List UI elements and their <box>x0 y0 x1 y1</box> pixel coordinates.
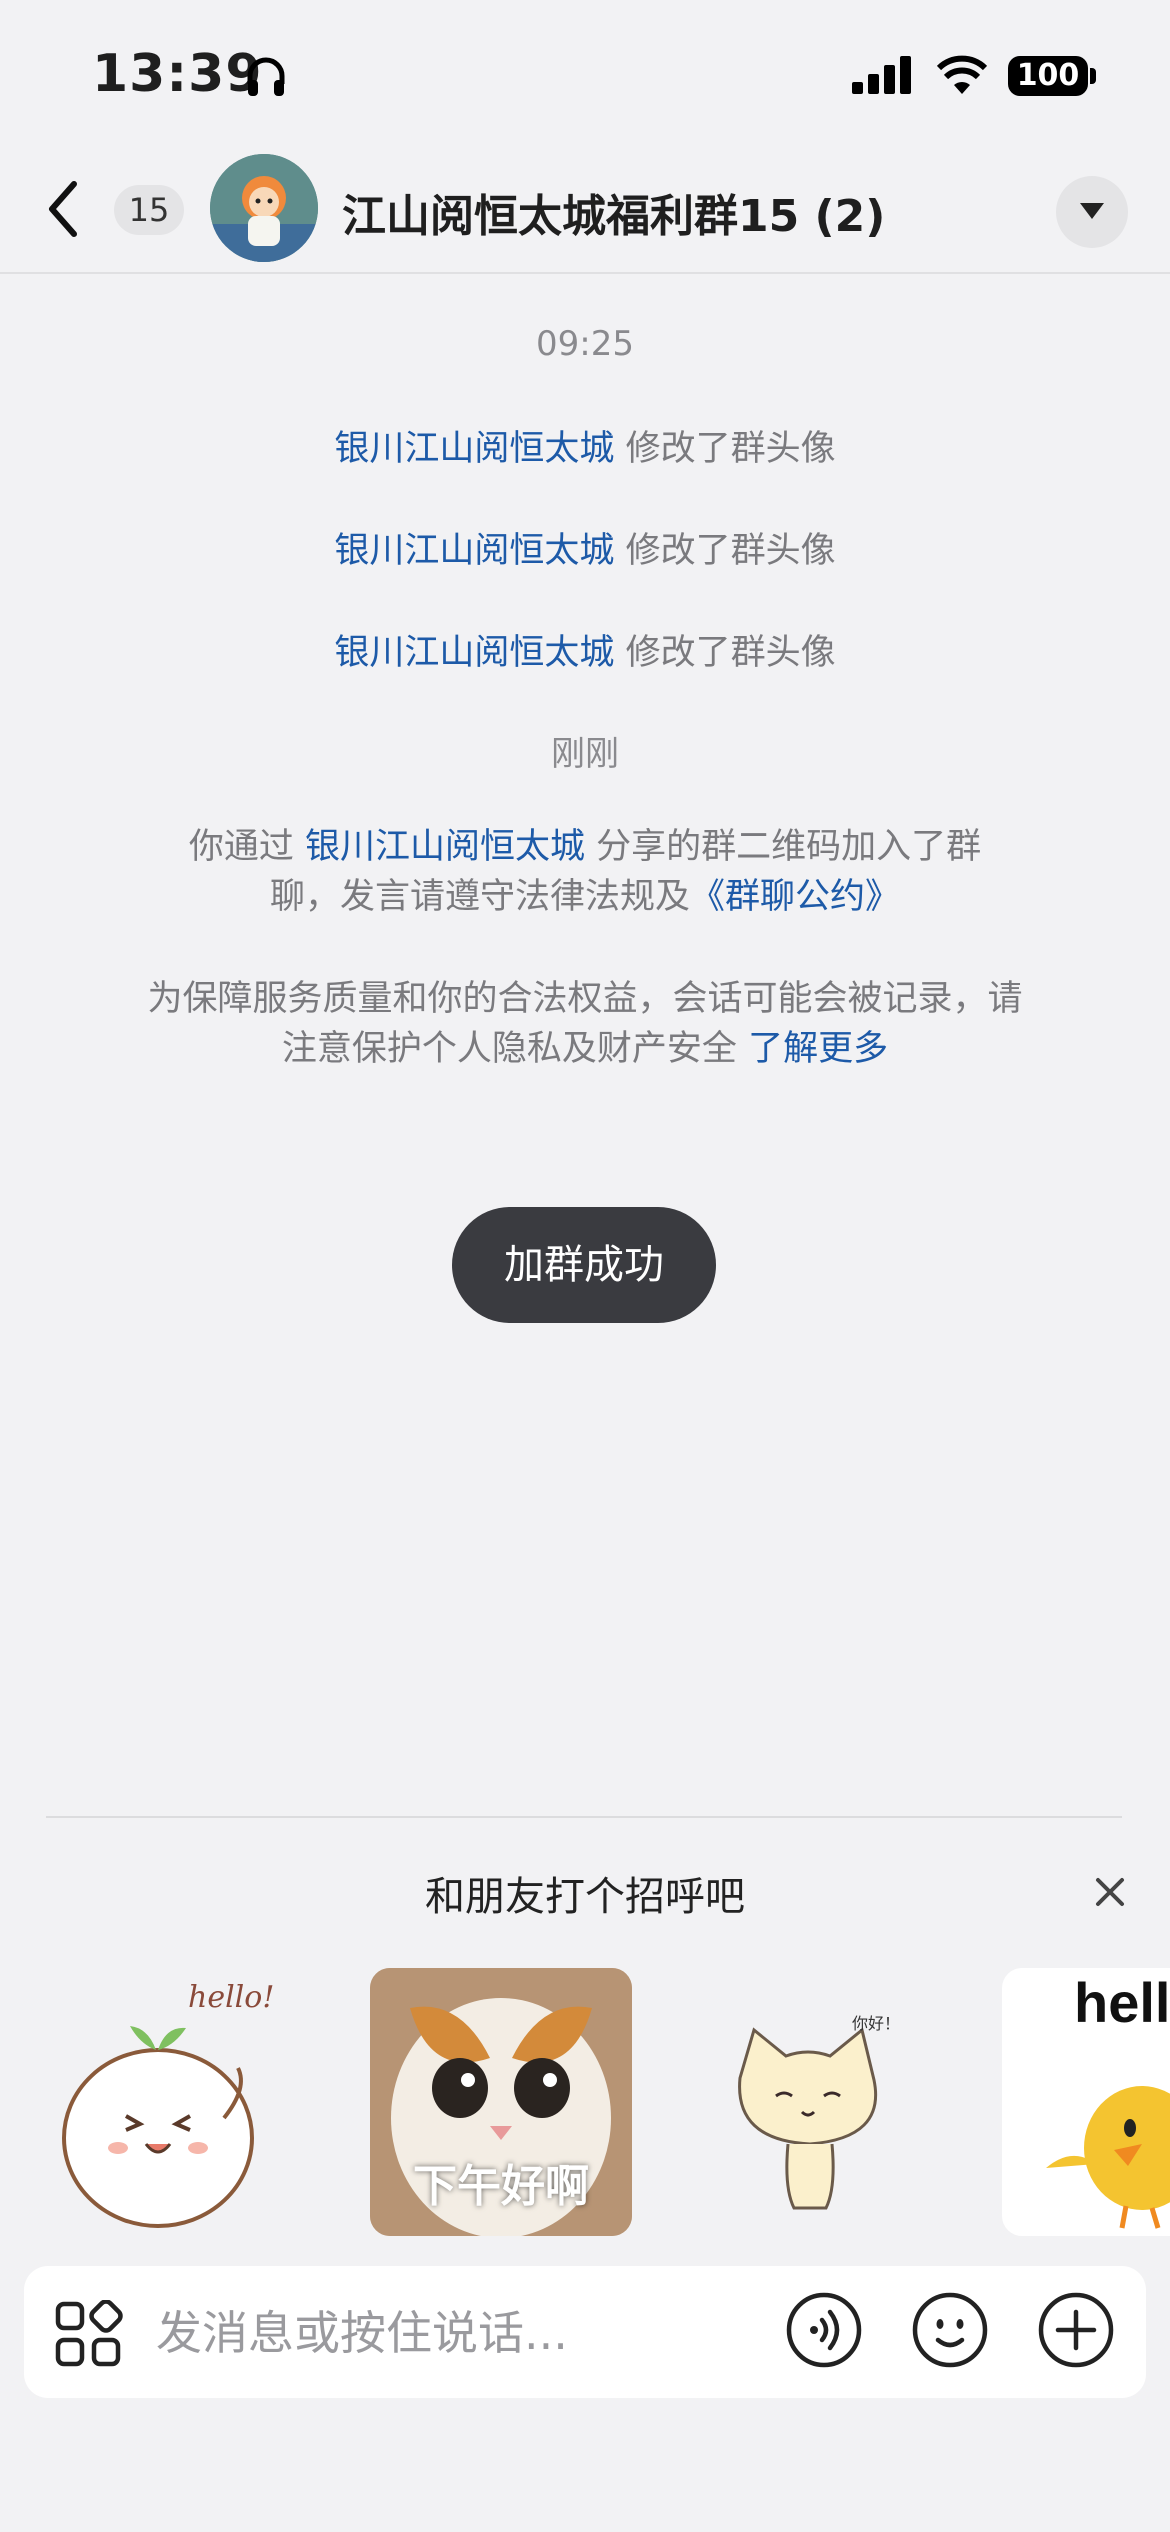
back-arrow-icon[interactable] <box>44 178 84 244</box>
join-success-toast: 加群成功 <box>452 1207 716 1323</box>
user-link[interactable]: 银川江山阅恒太城 <box>334 531 614 571</box>
unread-count-badge[interactable]: 15 <box>114 185 184 235</box>
chat-header: 15 江山阅恒太城福利群15 (2) <box>0 150 1170 274</box>
message-input-bar <box>24 2266 1146 2400</box>
group-rules-link[interactable]: 《群聊公约》 <box>690 877 900 917</box>
divider <box>46 1816 1122 1818</box>
cat-cartoon-sticker-image <box>738 2027 877 2210</box>
headphone-icon <box>244 54 288 102</box>
system-message: 银川江山阅恒太城 修改了群头像 <box>0 522 1170 573</box>
wifi-icon <box>936 54 988 100</box>
chevron-down-icon <box>1080 203 1104 219</box>
user-link[interactable]: 银川江山阅恒太城 <box>305 827 585 867</box>
sticker-cat-cartoon[interactable]: 你好！ <box>690 1968 952 2236</box>
sticker-caption: 下午好啊 <box>413 2161 589 2212</box>
system-message: 银川江山阅恒太城 修改了群头像 <box>0 420 1170 471</box>
system-message-text: 修改了群头像 <box>625 633 836 673</box>
voice-icon[interactable] <box>786 2292 862 2368</box>
privacy-notice: 为保障服务质量和你的合法权益，会话可能会被记录，请注意保护个人隐私及财产安全 了… <box>140 974 1030 1074</box>
system-message-text: 修改了群头像 <box>625 531 836 571</box>
emoji-icon[interactable] <box>912 2292 988 2368</box>
battery-cap <box>1090 68 1096 84</box>
sticker-text: hello <box>1074 1971 1170 2034</box>
battery-indicator: 100 <box>1008 56 1088 96</box>
timestamp: 刚刚 <box>551 734 619 774</box>
chat-menu-button[interactable] <box>1056 176 1128 248</box>
join-notice-prefix: 你通过 <box>188 827 294 867</box>
group-avatar[interactable] <box>210 154 318 262</box>
status-time: 13:39 <box>92 44 263 104</box>
sticker-chick-hello[interactable]: hello <box>1002 1968 1170 2236</box>
system-message-text: 修改了群头像 <box>625 429 836 469</box>
privacy-notice-text: 为保障服务质量和你的合法权益，会话可能会被记录，请注意保护个人隐私及财产安全 <box>147 979 1023 1069</box>
close-icon[interactable] <box>1092 1874 1128 1914</box>
user-link[interactable]: 银川江山阅恒太城 <box>334 429 614 469</box>
greeting-title: 和朋友打个招呼吧 <box>425 1874 745 1920</box>
group-title: 江山阅恒太城福利群15 (2) <box>342 191 886 242</box>
sticker-text: hello! <box>188 1980 275 2015</box>
system-message: 银川江山阅恒太城 修改了群头像 <box>0 624 1170 675</box>
join-notice: 你通过 银川江山阅恒太城 分享的群二维码加入了群聊，发言请遵守法律法规及《群聊公… <box>165 822 1005 922</box>
sticker-text: 你好！ <box>852 2014 901 2033</box>
learn-more-link[interactable]: 了解更多 <box>748 1029 888 1069</box>
apps-grid-icon[interactable] <box>54 2299 124 2374</box>
user-link[interactable]: 银川江山阅恒太城 <box>334 633 614 673</box>
sticker-cat-photo[interactable]: 下午好啊 <box>370 1968 632 2236</box>
timestamp: 09:25 <box>536 324 634 364</box>
message-input[interactable] <box>154 2266 758 2400</box>
plus-icon[interactable] <box>1038 2292 1114 2368</box>
sticker-sprout-hello[interactable]: hello! <box>48 1968 312 2236</box>
status-bar: 13:39 100 <box>0 0 1170 150</box>
cellular-signal-icon <box>852 56 914 98</box>
